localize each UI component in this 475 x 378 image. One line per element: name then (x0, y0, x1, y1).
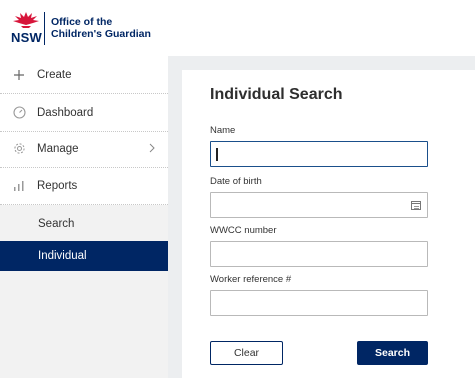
sidebar-item-label: Create (37, 68, 72, 81)
gear-icon (11, 141, 27, 157)
clear-button[interactable]: Clear (210, 341, 283, 365)
name-input[interactable] (210, 141, 428, 167)
sidebar-subitem-search[interactable]: Search (0, 209, 168, 239)
sidebar-item-label: Manage (37, 142, 79, 155)
worker-ref-input[interactable] (210, 290, 428, 316)
sidebar-item-reports[interactable]: Reports (0, 167, 168, 205)
sidebar-item-label: Dashboard (37, 106, 94, 119)
worker-ref-label: Worker reference # (210, 274, 292, 285)
org-name-line1: Office of the (51, 16, 113, 28)
plus-icon (11, 67, 27, 83)
org-name: Office of the Children's Guardian (51, 16, 161, 40)
name-label: Name (210, 125, 236, 136)
calendar-icon[interactable] (411, 201, 421, 210)
header: NSW Office of the Children's Guardian (0, 0, 475, 52)
sidebar-item-create[interactable]: Create (0, 56, 168, 94)
dob-input[interactable] (210, 192, 428, 218)
page-title: Individual Search (210, 86, 343, 103)
sidebar-item-dashboard[interactable]: Dashboard (0, 94, 168, 132)
sidebar-subitem-label: Search (38, 218, 75, 230)
bar-chart-icon (11, 178, 27, 194)
org-name-line2: Children's Guardian (51, 28, 151, 40)
wwcc-label: WWCC number (210, 225, 277, 236)
waratah-icon (11, 11, 41, 29)
dob-label: Date of birth (210, 176, 262, 187)
gauge-icon (11, 105, 27, 121)
text-caret (216, 148, 218, 161)
sidebar-subitem-individual[interactable]: Individual (0, 241, 168, 271)
nsw-wordmark: NSW (11, 30, 42, 45)
search-panel (182, 70, 475, 378)
logo-divider (44, 12, 45, 45)
wwcc-input[interactable] (210, 241, 428, 267)
search-button[interactable]: Search (357, 341, 428, 365)
nsw-logo[interactable]: NSW Office of the Children's Guardian (11, 11, 151, 45)
sidebar-item-label: Reports (37, 179, 78, 192)
sidebar-item-manage[interactable]: Manage (0, 130, 168, 168)
sidebar-subitem-label: Individual (38, 250, 87, 262)
chevron-right-icon (149, 142, 155, 156)
